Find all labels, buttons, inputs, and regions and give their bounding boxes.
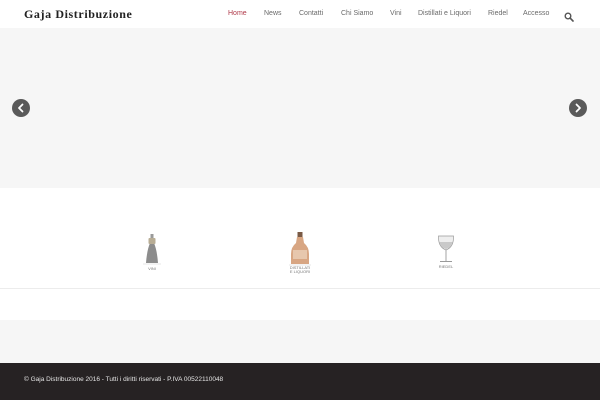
nav-item-home[interactable]: Home [228,10,247,17]
slider-prev-button[interactable] [12,99,30,117]
footer-copyright: © Gaja Distribuzione 2016 - Tutti i diri… [24,376,224,383]
category-label: VINI [148,266,156,271]
category-label: RIEDEL [438,264,454,269]
search-icon[interactable] [564,9,574,22]
section-divider [0,288,600,289]
category-distillati[interactable]: DISTILLATI E LIQUORI [280,230,320,280]
chevron-right-icon [575,103,581,113]
nav-item-accesso[interactable]: Accesso [523,10,549,17]
nav-item-chi-siamo[interactable]: Chi Siamo [341,10,373,17]
slider-next-button[interactable] [569,99,587,117]
main-nav: Home News Contatti Chi Siamo Vini Distil… [0,10,600,22]
nav-item-contatti[interactable]: Contatti [299,10,323,17]
nav-item-vini[interactable]: Vini [390,10,402,17]
category-section: VINI DISTILLATI E LIQUORI RIEDEL [0,188,600,288]
liquor-bottle-icon [289,232,311,266]
category-riedel[interactable]: RIEDEL [426,230,466,280]
chevron-left-icon [18,103,24,113]
site-header: Gaja Distribuzione Home News Contatti Ch… [0,0,600,28]
hero-slider [0,28,600,188]
category-label: DISTILLATI E LIQUORI [289,265,311,274]
nav-item-distillati[interactable]: Distillati e Liquori [418,10,471,17]
wine-bottle-icon [143,234,161,265]
site-footer: © Gaja Distribuzione 2016 - Tutti i diri… [0,363,600,400]
content-band [0,320,600,363]
category-vini[interactable]: VINI [132,230,172,280]
nav-item-news[interactable]: News [264,10,282,17]
nav-item-riedel[interactable]: Riedel [488,10,508,17]
